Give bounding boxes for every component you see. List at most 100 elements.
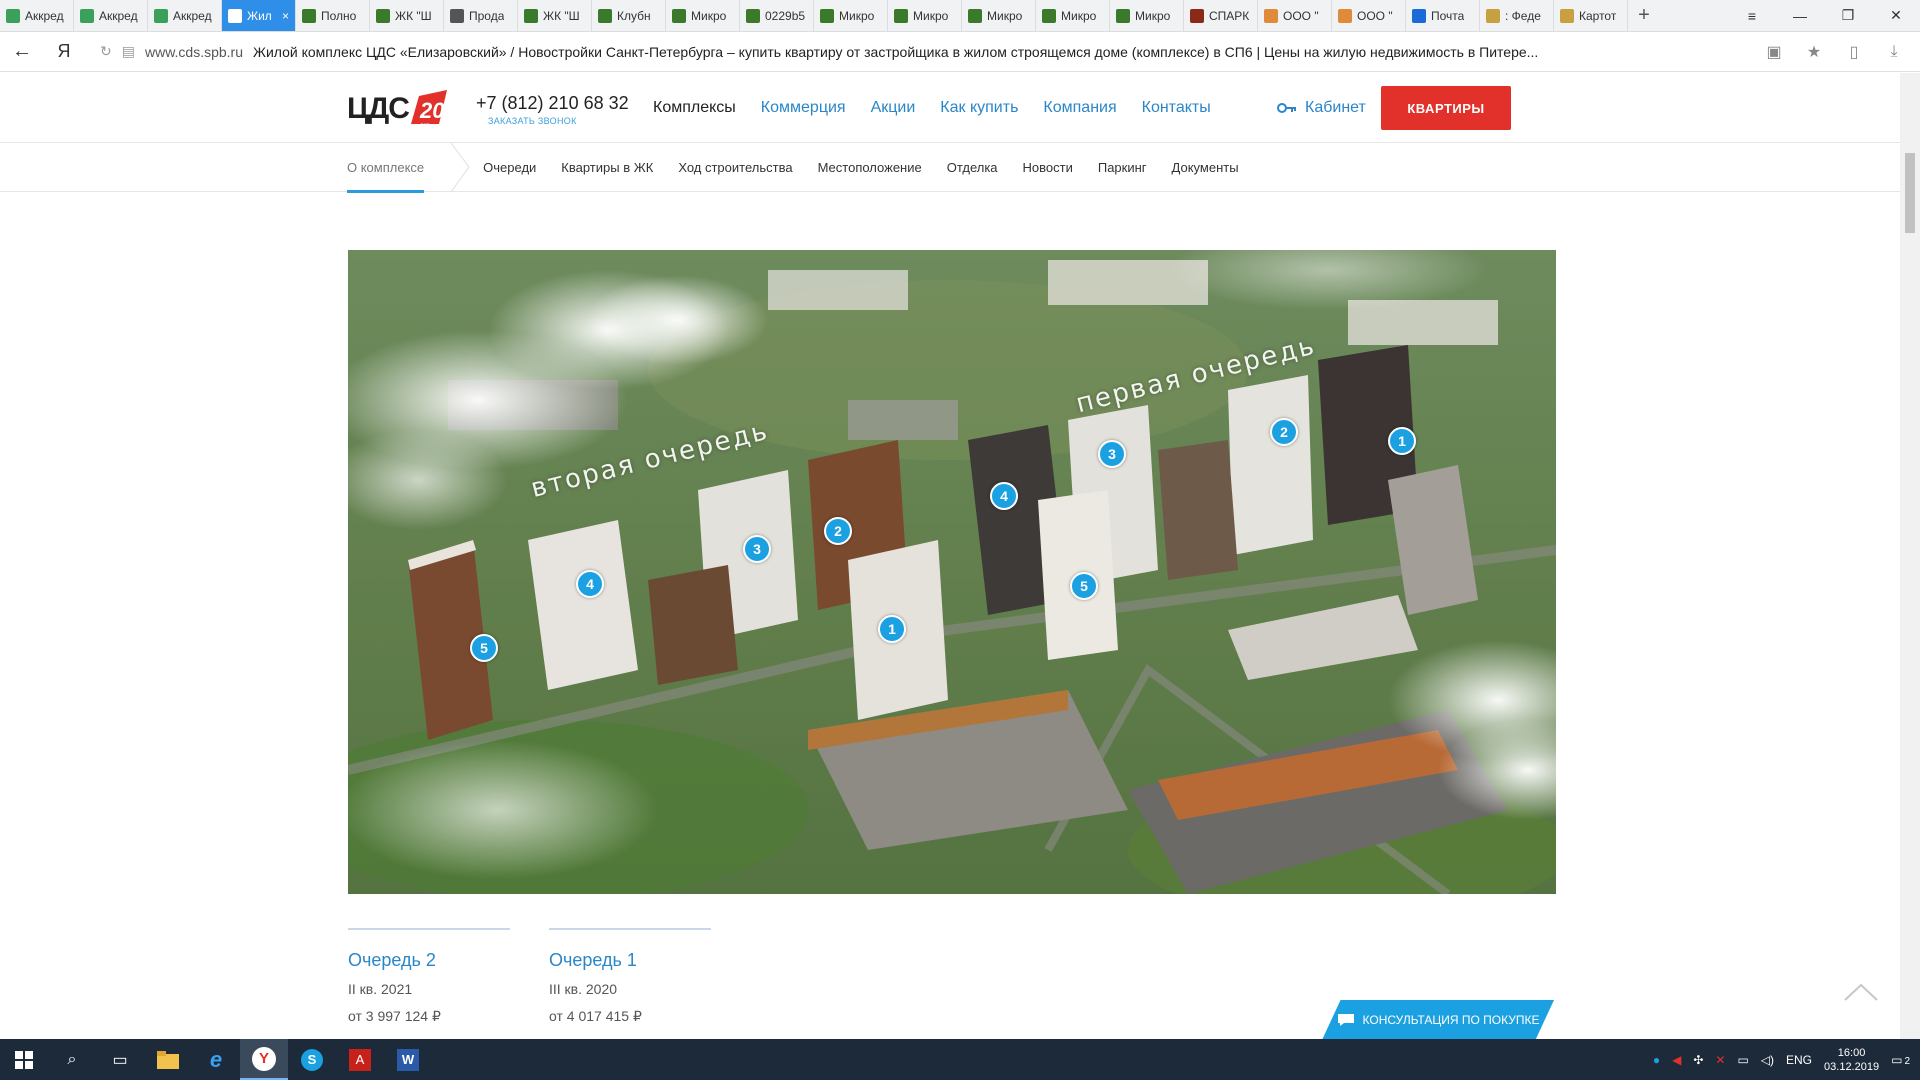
main-nav-item[interactable]: Как купить [940, 99, 1018, 117]
subnav-item[interactable]: Новости [1023, 143, 1073, 192]
scrollbar-thumb[interactable] [1905, 153, 1915, 233]
building-marker-q2-1[interactable]: 1 [878, 615, 906, 643]
tab-label: 0229b5 [765, 8, 806, 23]
reload-icon[interactable]: ↻ [100, 43, 112, 60]
task-view-icon[interactable]: ▭ [96, 1039, 144, 1080]
building-marker-q1-2[interactable]: 2 [1270, 418, 1298, 446]
browser-tab[interactable]: Полно [296, 0, 370, 31]
skype-tray-icon[interactable]: ● [1653, 1053, 1660, 1067]
browser-tab[interactable]: ООО " [1332, 0, 1406, 31]
antivirus-tray-icon[interactable]: ✕ [1715, 1053, 1725, 1067]
building-marker-q2-3[interactable]: 3 [743, 535, 771, 563]
building-marker-q2-5[interactable]: 5 [470, 634, 498, 662]
notifications-icon[interactable]: ▭ 2 [1891, 1053, 1910, 1067]
minimize-button[interactable]: — [1776, 0, 1824, 31]
cds-logo[interactable]: ЦДС 20 лет [347, 88, 462, 129]
subnav-item[interactable]: Квартиры в ЖК [561, 143, 653, 192]
browser-tab[interactable]: Клубн [592, 0, 666, 31]
subnav-item[interactable]: Местоположение [818, 143, 922, 192]
browser-tab[interactable]: Аккред [148, 0, 222, 31]
word-icon[interactable]: W [384, 1039, 432, 1080]
main-nav-item[interactable]: Контакты [1142, 99, 1211, 117]
consultation-button[interactable]: КОНСУЛЬТАЦИЯ ПО ПОКУПКЕ [1322, 1000, 1554, 1040]
scroll-to-top-icon[interactable] [1843, 982, 1879, 1002]
volume-tray-icon[interactable]: ◁) [1761, 1053, 1774, 1067]
browser-tab[interactable]: Микро [962, 0, 1036, 31]
windows-start-icon[interactable] [0, 1039, 48, 1080]
building-marker-q2-4[interactable]: 4 [576, 570, 604, 598]
browser-tab[interactable]: Микро [1110, 0, 1184, 31]
queue-title[interactable]: Очередь 2 [348, 950, 510, 971]
queue-title[interactable]: Очередь 1 [549, 950, 711, 971]
queue-card[interactable]: Очередь 2 II кв. 2021 от 3 997 124 ₽ [348, 928, 510, 1025]
browser-tab[interactable]: Прода [444, 0, 518, 31]
phone-number[interactable]: +7 (812) 210 68 32 [476, 93, 629, 114]
building-marker-q1-3[interactable]: 3 [1098, 440, 1126, 468]
tab-favicon-icon [450, 8, 464, 23]
browser-tab[interactable]: Почта [1406, 0, 1480, 31]
page-icon[interactable]: ▯ [1836, 34, 1872, 70]
queue-card[interactable]: Очередь 1 III кв. 2020 от 4 017 415 ₽ [549, 928, 711, 1025]
subnav-item[interactable]: Паркинг [1098, 143, 1147, 192]
language-indicator[interactable]: ENG [1786, 1053, 1812, 1067]
site-settings-icon[interactable]: ▤ [122, 43, 135, 60]
url-field[interactable]: ↻ ▤ www.cds.spb.ru Жилой комплекс ЦДС «Е… [92, 37, 1748, 67]
browser-tab[interactable]: ЖК "Ш [518, 0, 592, 31]
tab-favicon-icon [376, 8, 390, 23]
browser-tab[interactable]: Микро [888, 0, 962, 31]
main-nav-item[interactable]: Коммерция [761, 99, 846, 117]
network-tray-icon[interactable]: ✣ [1693, 1053, 1703, 1067]
browser-tab[interactable]: Микро [814, 0, 888, 31]
browser-tab[interactable]: 0229b5 [740, 0, 814, 31]
main-nav-item[interactable]: Акции [871, 99, 916, 117]
browser-tab[interactable]: ООО " [1258, 0, 1332, 31]
skype-icon[interactable]: S [288, 1039, 336, 1080]
download-icon[interactable]: ⤓ [1876, 34, 1912, 70]
browser-tab[interactable]: Микро [666, 0, 740, 31]
bookmark-star-icon[interactable]: ★ [1796, 34, 1832, 70]
building-marker-q1-1[interactable]: 1 [1388, 427, 1416, 455]
building-marker-q1-4[interactable]: 4 [990, 482, 1018, 510]
internet-explorer-icon[interactable]: e [192, 1039, 240, 1080]
callback-link[interactable]: ЗАКАЗАТЬ ЗВОНОК [488, 116, 577, 126]
maximize-button[interactable]: ❐ [1824, 0, 1872, 31]
subnav-separator-icon [450, 143, 470, 192]
menu-icon[interactable]: ≡ [1728, 0, 1776, 31]
file-explorer-icon[interactable] [144, 1039, 192, 1080]
yandex-browser-icon[interactable]: Y [240, 1039, 288, 1080]
browser-tab[interactable]: Аккред [0, 0, 74, 31]
tab-close-icon[interactable]: × [282, 9, 289, 23]
subnav-item[interactable]: Документы [1172, 143, 1239, 192]
subnav-item[interactable]: Ход строительства [678, 143, 792, 192]
browser-tab[interactable]: Картот [1554, 0, 1628, 31]
browser-tab[interactable]: Жил × [222, 0, 296, 31]
power-tray-icon[interactable]: ▭ [1737, 1053, 1748, 1067]
search-icon[interactable]: ⌕ [48, 1039, 96, 1080]
subnav-item[interactable]: Отделка [947, 143, 998, 192]
cabinet-link[interactable]: Кабинет [1277, 99, 1366, 117]
clock[interactable]: 16:00 03.12.2019 [1824, 1046, 1879, 1074]
close-window-button[interactable]: ✕ [1872, 0, 1920, 31]
subnav-item-active[interactable]: О комплексе [347, 143, 425, 193]
flag-tray-icon[interactable]: ◀ [1672, 1053, 1681, 1067]
tab-favicon-icon [524, 8, 538, 23]
browser-tab[interactable]: Аккред [74, 0, 148, 31]
building-marker-q2-2[interactable]: 2 [824, 517, 852, 545]
subnav-item[interactable]: Очереди [483, 143, 536, 192]
main-nav-item[interactable]: Комплексы [653, 99, 736, 117]
browser-tab[interactable]: ЖК "Ш [370, 0, 444, 31]
back-button[interactable]: ← [0, 32, 44, 72]
main-nav-item[interactable]: Компания [1043, 99, 1116, 117]
browser-tab[interactable]: Микро [1036, 0, 1110, 31]
tab-label: Полно [321, 8, 357, 23]
browser-tab[interactable]: СПАРК [1184, 0, 1258, 31]
browser-tab[interactable]: : Феде [1480, 0, 1554, 31]
reader-icon[interactable]: ▣ [1756, 34, 1792, 70]
new-tab-button[interactable]: + [1628, 0, 1660, 31]
page-scrollbar[interactable] [1900, 73, 1920, 1039]
apartments-button[interactable]: КВАРТИРЫ [1381, 86, 1511, 130]
yandex-icon[interactable]: Я [44, 32, 84, 72]
acrobat-icon[interactable]: A [336, 1039, 384, 1080]
building-marker-q1-5[interactable]: 5 [1070, 572, 1098, 600]
tab-label: Жил [247, 8, 272, 23]
